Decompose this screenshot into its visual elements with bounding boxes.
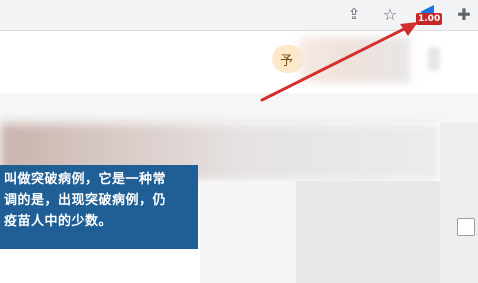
blurred-header-area — [300, 37, 410, 83]
browser-toolbar: ⇪ ☆ 1.00 ✚ — [0, 0, 478, 31]
right-sidebar — [440, 123, 478, 283]
share-icon[interactable]: ⇪ — [342, 3, 366, 25]
extension-button[interactable]: 1.00 — [414, 3, 444, 25]
text-line: 叫做突破病例，它是一种常 — [4, 172, 167, 187]
extension-badge: 1.00 — [416, 13, 443, 25]
checkbox[interactable] — [457, 218, 475, 236]
selected-article-text[interactable]: 叫做突破病例，它是一种常 调的是，出现突破病例，仍 疫苗人中的少数。 — [0, 165, 198, 249]
extensions-puzzle-icon[interactable]: ✚ — [452, 3, 476, 25]
header-divider — [0, 93, 478, 123]
content-panel — [200, 181, 296, 283]
site-header: 予 — [0, 31, 478, 93]
blurred-side-element — [428, 47, 440, 71]
text-line: 调的是，出现突破病例，仍 — [4, 193, 167, 208]
text-line: 疫苗人中的少数。 — [4, 214, 113, 229]
avatar-char: 予 — [280, 53, 294, 69]
bookmark-star-icon[interactable]: ☆ — [378, 3, 402, 25]
side-panel — [296, 181, 440, 283]
